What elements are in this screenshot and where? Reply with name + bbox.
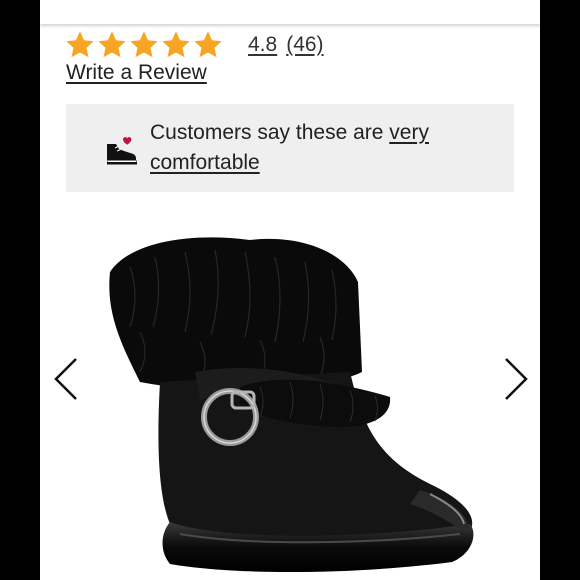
review-count-link[interactable]: (46) (286, 33, 323, 57)
star-icon (194, 31, 222, 58)
rating-value[interactable]: 4.8 (248, 33, 277, 57)
rating-row: 4.8 (46) (64, 27, 324, 63)
star-icon (162, 31, 190, 58)
callout-link-very[interactable]: very (389, 121, 429, 144)
sneaker-heart-icon (107, 137, 137, 165)
write-review-link[interactable]: Write a Review (66, 61, 207, 85)
header-strip (40, 0, 540, 24)
star-icon (98, 31, 126, 58)
callout-text: Customers say these are very comfortable (150, 118, 500, 178)
product-image[interactable] (100, 222, 480, 580)
product-page: 4.8 (46) Write a Review Customers say th… (40, 0, 540, 580)
chevron-right-icon[interactable] (502, 356, 530, 402)
callout-prefix: Customers say these are (150, 121, 390, 144)
star-icon (66, 31, 94, 58)
star-icon (130, 31, 158, 58)
callout-link-comfortable[interactable]: comfortable (150, 151, 260, 174)
comfort-callout: Customers say these are very comfortable (66, 104, 514, 192)
star-rating[interactable] (64, 29, 224, 61)
chevron-left-icon[interactable] (52, 356, 80, 402)
